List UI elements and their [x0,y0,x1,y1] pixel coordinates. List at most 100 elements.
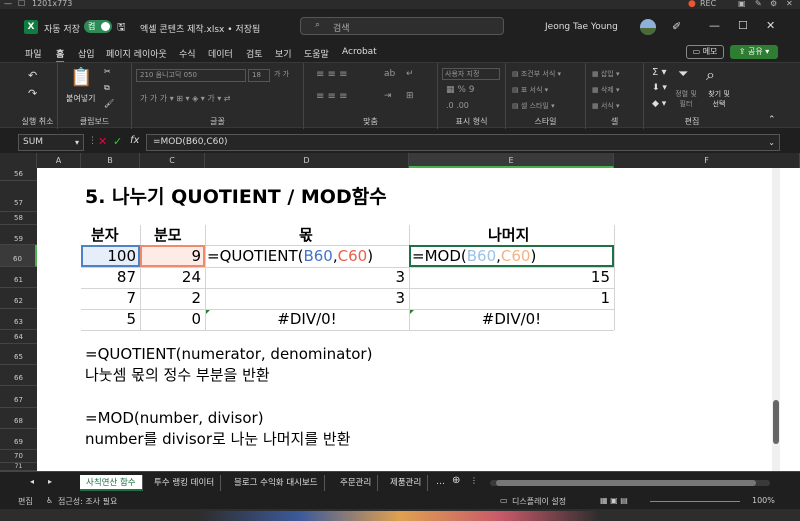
file-name[interactable]: 엑셀 콘텐츠 제작.xlsx • 저장됨 [140,22,260,35]
col-header-b[interactable]: B [81,153,140,168]
copy-icon[interactable]: ⧉ [104,83,110,93]
row-header-64[interactable]: 64 [0,330,37,344]
autosum-icon[interactable]: Σ ▾ [652,67,667,78]
merge-icon[interactable]: ⊞ [406,91,414,101]
collapse-ribbon-icon[interactable]: ⌃ [768,115,776,125]
cell-e62[interactable]: 1 [409,291,610,306]
avatar[interactable] [640,19,656,35]
mod-description[interactable]: number를 divisor로 나눈 나머지를 반환 [85,432,351,447]
tab-acrobat[interactable]: Acrobat [342,47,377,57]
search-input[interactable]: 검색 [333,21,350,34]
row-header-71[interactable]: 71 [0,463,37,471]
search-box[interactable]: ⌕ 검색 [300,17,504,35]
enter-icon[interactable]: ✓ [113,135,122,148]
valign-icons[interactable]: ≡ ≡ ≡ [316,69,348,80]
conditional-format-button[interactable]: ▤ 조건부 서식 ▾ [512,69,561,79]
sheet-tab-pitcher-ranking[interactable]: 투수 랭킹 데이터 [148,475,222,491]
tab-insert[interactable]: 삽입 [78,47,95,60]
cell-c62[interactable]: 2 [140,291,201,306]
tab-formulas[interactable]: 수식 [179,47,196,60]
sheet-title[interactable]: 5. 나누기 QUOTIENT / MOD함수 [85,188,387,207]
more-sheets-icon[interactable]: … [436,477,445,487]
row-header-56[interactable]: 56 [0,168,37,181]
save-icon[interactable]: 🖫 [117,20,126,37]
row-header-61[interactable]: 61 [0,267,37,288]
row-header-66[interactable]: 66 [0,365,37,386]
add-sheet-icon[interactable]: ⊕ [452,475,460,486]
format-cells-button[interactable]: ▦ 서식 ▾ [592,101,619,111]
spreadsheet-grid[interactable]: A B C D E F 56 57 58 59 60 61 62 63 64 6… [0,153,800,471]
col-header-a[interactable]: A [37,153,81,168]
col-header-f[interactable]: F [614,153,800,168]
sheet-tab-products[interactable]: 제품관리 [384,475,429,491]
font-grow-icon[interactable]: 가 가 [274,69,289,79]
quotient-description[interactable]: 나눗셈 몫의 정수 부분을 반환 [85,368,270,383]
sort-filter-button[interactable]: 정렬 및 필터 [674,89,698,109]
row-header-60[interactable]: 60 [0,245,37,267]
row-header-69[interactable]: 69 [0,429,37,450]
col-header-d[interactable]: D [205,153,409,168]
view-icons[interactable]: ▦ ▣ ▤ [600,496,628,505]
cell-e61[interactable]: 15 [409,270,610,285]
display-settings[interactable]: 디스플레이 설정 [512,496,566,507]
close-icon[interactable]: ✕ [766,19,775,32]
cell-c61[interactable]: 24 [140,270,201,285]
cell-e60[interactable]: =MOD(B60,C60) [412,249,536,264]
cut-icon[interactable]: ✂ [104,67,111,76]
row-header-58[interactable]: 58 [0,212,37,225]
halign-icons[interactable]: ≡ ≡ ≡ [316,91,348,102]
filter-icon[interactable]: ⏷ [678,67,688,82]
format-painter-icon[interactable]: 🖌 [104,99,114,108]
minimize-icon[interactable]: — [4,0,12,8]
camera-icon[interactable]: ▣ [738,0,746,8]
cell-c63[interactable]: 0 [140,312,201,327]
tab-home[interactable]: 홈 [56,47,65,63]
row-header-62[interactable]: 62 [0,288,37,309]
row-header-59[interactable]: 59 [0,225,37,245]
number-format-select[interactable]: 사용자 지정 [442,68,500,80]
decimal-icons[interactable]: .0 .00 [446,101,469,110]
cell-d62[interactable]: 3 [205,291,405,306]
redo-icon[interactable]: ↷ [28,87,37,100]
cell-c60[interactable]: 9 [140,249,201,264]
cell-b61[interactable]: 87 [81,270,136,285]
font-size-select[interactable]: 18 [248,69,270,82]
vertical-scrollbar[interactable] [772,168,780,471]
cell-b60[interactable]: 100 [81,249,136,264]
fill-icon[interactable]: ⬇ ▾ [652,83,667,93]
header-denominator[interactable]: 분모 [154,228,182,243]
select-all-corner[interactable] [0,153,37,168]
cell-d60[interactable]: =QUOTIENT(B60,C60) [207,249,373,264]
row-header-65[interactable]: 65 [0,344,37,365]
pen-icon[interactable]: ✎ [755,0,762,8]
find-icon[interactable]: ⌕ [706,65,715,85]
user-name[interactable]: Jeong Tae Young [545,22,618,32]
autosave-toggle[interactable]: 켬 [84,20,112,33]
maximize-icon[interactable]: ☐ [738,19,748,32]
tab-view[interactable]: 보기 [275,47,292,60]
currency-percent-icons[interactable]: ▦ % 9 [446,85,475,95]
delete-cells-button[interactable]: ▦ 삭제 ▾ [592,85,619,95]
scroll-thumb[interactable] [773,400,779,444]
header-numerator[interactable]: 분자 [91,228,119,243]
font-name-select[interactable]: 210 옴니고딕 050 [136,69,246,82]
sheet-tab-orders[interactable]: 주문관리 [334,475,379,491]
clear-icon[interactable]: ◆ ▾ [652,99,666,109]
paste-icon[interactable]: 📋 [70,67,92,88]
close-icon[interactable]: ✕ [786,0,793,8]
cell-style-button[interactable]: ▤ 셀 스타일 ▾ [512,101,555,111]
window-icon[interactable]: ☐ [18,0,25,8]
settings-icon[interactable]: ⚙ [770,0,777,8]
cell-d63[interactable]: #DIV/0! [205,312,409,327]
tab-review[interactable]: 검토 [246,47,263,60]
memo-button[interactable]: ▭ 메모 [686,45,724,59]
formula-input[interactable]: =MOD(B60,C60) ⌄ [146,134,780,151]
zoom-level[interactable]: 100% [752,496,775,505]
row-header-67[interactable]: 67 [0,386,37,408]
cancel-icon[interactable]: ✕ [98,135,107,148]
quotient-syntax[interactable]: =QUOTIENT(numerator, denominator) [85,347,372,362]
row-header-57[interactable]: 57 [0,181,37,212]
table-format-button[interactable]: ▤ 표 서식 ▾ [512,85,548,95]
prev-sheet-icon[interactable]: ◂ [30,477,34,486]
insert-function-button[interactable]: fx [130,135,139,146]
